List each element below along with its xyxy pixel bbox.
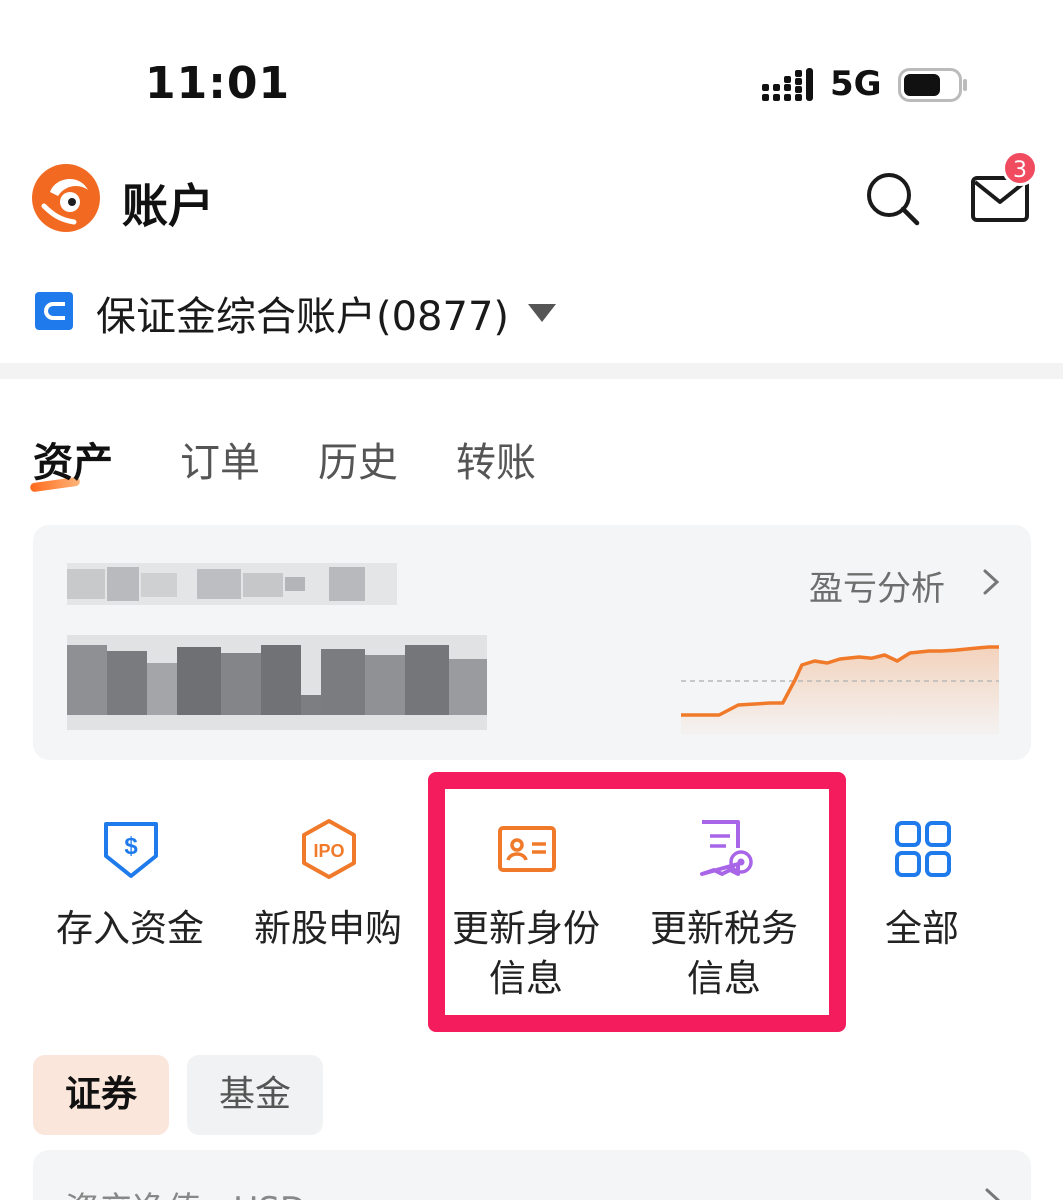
battery-icon: [898, 68, 967, 102]
tab-funds[interactable]: 基金: [187, 1055, 323, 1135]
action-label: 新股申购: [254, 907, 402, 950]
page-title: 账户: [122, 179, 214, 233]
ipo-icon: IPO: [302, 819, 356, 879]
tab-orders[interactable]: 订单: [180, 430, 260, 488]
wallet-icon: [35, 292, 73, 330]
asset-summary-card: 盈亏分析: [33, 525, 1031, 760]
account-name: 保证金综合账户(0877): [96, 294, 510, 340]
tab-assets[interactable]: 资产: [33, 430, 113, 488]
pl-analysis-link[interactable]: 盈亏分析: [809, 561, 945, 610]
network-type: 5G: [830, 64, 882, 104]
pl-trend-chart: [681, 645, 999, 735]
obscured-asset-label: [67, 563, 397, 605]
status-time: 11:01: [145, 58, 291, 109]
action-label: 存入资金: [56, 907, 204, 950]
chevron-right-icon[interactable]: [981, 567, 1001, 597]
account-selector[interactable]: 保证金综合账户(0877): [0, 270, 1063, 360]
action-all[interactable]: 全部: [822, 800, 1022, 1020]
account-tabs: 资产 订单 历史 转账: [0, 430, 1063, 500]
action-ipo[interactable]: IPO 新股申购: [228, 800, 428, 1020]
tab-transfer[interactable]: 转账: [456, 430, 536, 488]
signal-strength-icon: [762, 68, 813, 101]
svg-text:$: $: [124, 833, 138, 860]
brand-logo-icon: [32, 164, 100, 232]
highlight-annotation: [428, 772, 846, 1032]
section-divider: [0, 363, 1063, 379]
net-asset-label: 资产净值 · USD: [65, 1182, 306, 1200]
search-icon[interactable]: [862, 168, 922, 228]
chevron-right-icon: [985, 1188, 1001, 1200]
grid-icon: [895, 821, 951, 877]
deposit-icon: $: [104, 822, 158, 878]
app-header: 账户: [0, 140, 1063, 260]
chevron-down-icon: [528, 304, 556, 322]
svg-text:IPO: IPO: [313, 841, 344, 861]
unread-badge: 3: [1002, 150, 1038, 186]
net-asset-card[interactable]: 资产净值 · USD: [33, 1150, 1031, 1200]
tab-securities[interactable]: 证券: [33, 1055, 169, 1135]
tab-history[interactable]: 历史: [318, 430, 398, 488]
obscured-asset-value: [67, 635, 487, 730]
action-label: 全部: [885, 907, 959, 950]
status-bar: 11:01 5G: [0, 0, 1063, 130]
action-deposit[interactable]: $ 存入资金: [30, 800, 230, 1020]
